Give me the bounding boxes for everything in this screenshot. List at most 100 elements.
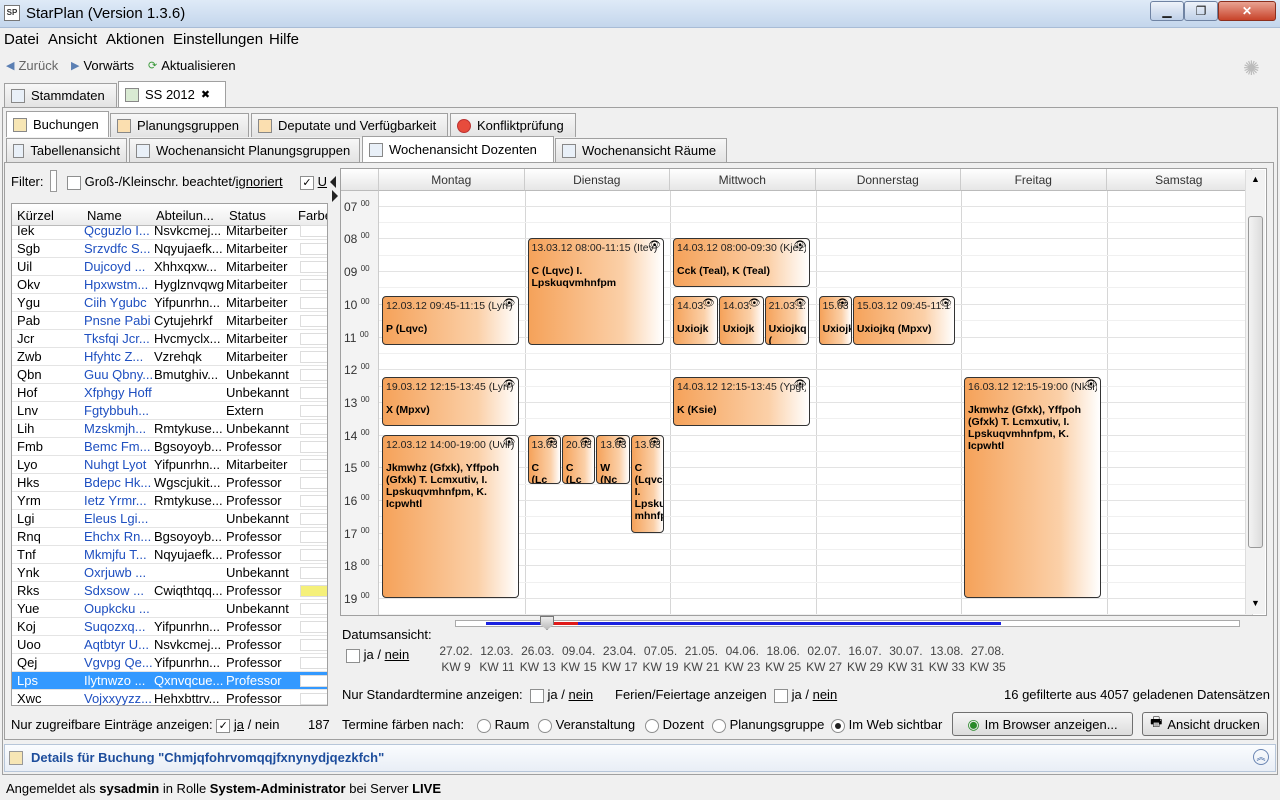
table-row[interactable]: Okv Hpxwstm... Hyglznvqwg Mitarbeiter	[12, 276, 327, 294]
tab-planungsgruppen[interactable]: Planungsgruppen	[110, 113, 249, 137]
table-row[interactable]: Jcr Tksfqi Jcr... Hvcmyclx... Mitarbeiter	[12, 330, 327, 348]
calendar-event[interactable]: 21.03.12 09:4Uxiojkq (👁	[764, 295, 810, 345]
header-abteilung[interactable]: Abteilun...	[156, 208, 214, 223]
color-radio-veranstaltung[interactable]: Veranstaltung	[538, 717, 635, 733]
details-bar[interactable]: Details für Buchung "Chmjqfohrvomqqjfxny…	[4, 744, 1276, 772]
tab-deputate[interactable]: Deputate und Verfügbarkeit	[251, 113, 448, 137]
print-button[interactable]: 🖶 Ansicht drucken	[1142, 712, 1268, 736]
standard-no[interactable]: nein	[569, 687, 594, 702]
table-row[interactable]: Fmb Bemc Fm... Bgsoyoyb... Professor	[12, 438, 327, 456]
refresh-button[interactable]: ⟳ Aktualisieren	[148, 58, 236, 73]
access-checkbox[interactable]: ✓	[216, 718, 231, 733]
expand-details-icon[interactable]: ︽	[1253, 749, 1269, 765]
table-row[interactable]: Xwc Vojxxyyzz... Hehxbttrv... Professor	[12, 690, 327, 705]
case-ignore-link[interactable]: ignoriert	[236, 174, 283, 189]
calendar-event[interactable]: 13.03.W (Nc👁	[596, 434, 630, 484]
table-row[interactable]: Rnq Ehchx Rn... Bgsoyoyb... Professor	[12, 528, 327, 546]
tab-stammdaten[interactable]: Stammdaten	[4, 83, 117, 107]
table-row[interactable]: Qbn Guu Qbny... Bmutghiv... Unbekannt	[12, 366, 327, 384]
holiday-no[interactable]: nein	[813, 687, 838, 702]
date-view-yes[interactable]: ja	[364, 647, 374, 662]
tab-konfliktpruefung[interactable]: Konfliktprüfung	[450, 113, 576, 137]
table-row[interactable]: Hof Xfphgy Hoff Unbekannt	[12, 384, 327, 402]
scroll-down-icon[interactable]: ▼	[1251, 598, 1260, 608]
table-row[interactable]: Lyo Nuhgt Lyot Yifpunrhn... Mitarbeiter	[12, 456, 327, 474]
radio[interactable]	[477, 718, 491, 733]
table-row[interactable]: Ygu Ciih Ygubc Yifpunrhn... Mitarbeiter	[12, 294, 327, 312]
table-row[interactable]: Sgb Srzvdfc S... Nqyujaefk... Mitarbeiter	[12, 240, 327, 258]
calendar-event[interactable]: 15.03.Uxiojk👁	[818, 295, 852, 345]
table-row[interactable]: Yue Oupkcku ... Unbekannt	[12, 600, 327, 618]
holiday-checkbox[interactable]	[774, 688, 788, 703]
radio[interactable]	[831, 718, 845, 733]
scroll-thumb[interactable]	[1248, 216, 1263, 548]
back-button[interactable]: ◀ Zurück	[6, 58, 58, 73]
menu-einstellungen[interactable]: Einstellungen	[173, 31, 263, 48]
date-view-no[interactable]: nein	[385, 647, 410, 662]
menu-datei[interactable]: Datei	[4, 31, 39, 48]
menu-ansicht[interactable]: Ansicht	[48, 31, 97, 48]
table-row[interactable]: Pab Pnsne Pabi Cytujehrkf Mitarbeiter	[12, 312, 327, 330]
header-kuerzel[interactable]: Kürzel	[17, 208, 54, 223]
calendar-scrollbar[interactable]: ▲ ▼	[1245, 170, 1265, 614]
table-row[interactable]: Koj Suqozxq... Yifpunrhn... Professor	[12, 618, 327, 636]
date-view-checkbox[interactable]	[346, 648, 360, 663]
calendar-event[interactable]: 13.03.12 08:00-11:15 (Itev) C (Lqvc) I. L…	[527, 238, 664, 345]
filter-input[interactable]	[50, 170, 57, 192]
scroll-up-icon[interactable]: ▲	[1251, 174, 1260, 184]
forward-button[interactable]: ▶ Vorwärts	[71, 58, 134, 73]
radio[interactable]	[712, 718, 726, 733]
color-radio-planungsgruppe[interactable]: Planungsgruppe	[712, 717, 824, 733]
calendar-event[interactable]: 20.03.C (Lc👁	[561, 434, 596, 484]
access-no-link[interactable]: nein	[255, 717, 280, 732]
case-filter[interactable]: Groß-/Kleinschr. beachtet/ignoriert	[67, 174, 283, 190]
table-row[interactable]: Lps Ilytnwzo ... Qxnvqcue... Professor	[12, 672, 327, 690]
access-yes-link[interactable]: ja	[234, 717, 244, 732]
table-row[interactable]: Lih Mzskmjh... Rmtykuse... Unbekannt	[12, 420, 327, 438]
calendar-event[interactable]: 13.03.12C (Lqvc) I. Lpskuqv mhnfpm👁	[630, 434, 664, 533]
calendar-event[interactable]: 12.03.12 09:45-11:15 (Lyrr) P (Lqvc) 👁	[382, 295, 519, 345]
standard-yes[interactable]: ja	[548, 687, 558, 702]
table-row[interactable]: Iek Qcguzlo I... Nsvkcmej... Mitarbeiter	[12, 222, 327, 240]
menu-hilfe[interactable]: Hilfe	[269, 31, 299, 48]
table-row[interactable]: Uoo Aqtbtyr U... Nsvkcmej... Professor	[12, 636, 327, 654]
calendar-event[interactable]: 14.03.12 12:15-13:45 (Ypgt) K (Ksie) 👁	[673, 377, 810, 427]
table-row[interactable]: Rks Sdxsow ... Cwiqthtqq... Professor	[12, 582, 327, 600]
maximize-button[interactable]: ❐	[1184, 1, 1218, 21]
u-filter[interactable]: ✓ U	[300, 174, 327, 190]
color-radio-web[interactable]: Im Web sichtbar	[831, 717, 942, 733]
minimize-button[interactable]: ▁	[1150, 1, 1184, 21]
calendar-event[interactable]: 14.03. Uxiojk 👁	[718, 295, 764, 345]
tab-wochenansicht-planungsgruppen[interactable]: Wochenansicht Planungsgruppen	[129, 138, 360, 162]
calendar-event[interactable]: 12.03.12 14:00-19:00 (Uvlr) Jkmwhz (Gfxk)…	[382, 434, 519, 599]
table-row[interactable]: Lnv Fgtybbuh... Extern	[12, 402, 327, 420]
tab-buchungen[interactable]: Buchungen	[6, 111, 109, 137]
table-row[interactable]: Tnf Mkmjfu T... Nqyujaefk... Professor	[12, 546, 327, 564]
tab-wochenansicht-raeume[interactable]: Wochenansicht Räume	[555, 138, 727, 162]
tab-tabellenansicht[interactable]: Tabellenansicht	[6, 138, 127, 162]
date-range-slider[interactable]	[455, 616, 1240, 630]
table-row[interactable]: Yrm Ietz Yrmr... Rmtykuse... Professor	[12, 492, 327, 510]
calendar-event[interactable]: 15.03.12 09:45-11:15 Uxiojkq (Mpxv) 👁	[852, 295, 955, 345]
tab-wochenansicht-dozenten[interactable]: Wochenansicht Dozenten	[362, 136, 554, 162]
calendar-event[interactable]: 16.03.12 12:15-19:00 (Nksi) Jkmwhz (Gfxk)…	[964, 377, 1101, 599]
table-row[interactable]: Lgi Eleus Lgi... Unbekannt	[12, 510, 327, 528]
tab-ss-2012[interactable]: SS 2012 ✖	[118, 81, 226, 107]
calendar-event[interactable]: 19.03.12 12:15-13:45 (Lyrr) X (Mpxv) 👁	[382, 377, 519, 427]
expand-right-icon[interactable]	[332, 190, 338, 202]
color-radio-raum[interactable]: Raum	[477, 717, 529, 733]
color-radio-dozent[interactable]: Dozent	[645, 717, 704, 733]
close-button[interactable]: ✕	[1218, 1, 1276, 21]
radio[interactable]	[538, 718, 552, 733]
table-row[interactable]: Ynk Oxrjuwb ... Unbekannt	[12, 564, 327, 582]
collapse-left-icon[interactable]	[330, 176, 336, 188]
menu-aktionen[interactable]: Aktionen	[106, 31, 164, 48]
calendar-event[interactable]: 14.03.12 08:00-09:30 (Kjez) Cck (Teal), K…	[673, 238, 810, 288]
u-checkbox[interactable]: ✓	[300, 175, 314, 190]
header-farbe[interactable]: Farbe	[298, 208, 327, 223]
standard-checkbox[interactable]	[529, 688, 544, 703]
table-row[interactable]: Hks Bdepc Hk... Wgscjukit... Professor	[12, 474, 327, 492]
table-row[interactable]: Uil Dujcoyd ... Xhhxqxw... Mitarbeiter	[12, 258, 327, 276]
calendar-event[interactable]: 14.03. Uxiojk 👁	[673, 295, 718, 345]
close-tab-icon[interactable]: ✖	[201, 88, 210, 101]
